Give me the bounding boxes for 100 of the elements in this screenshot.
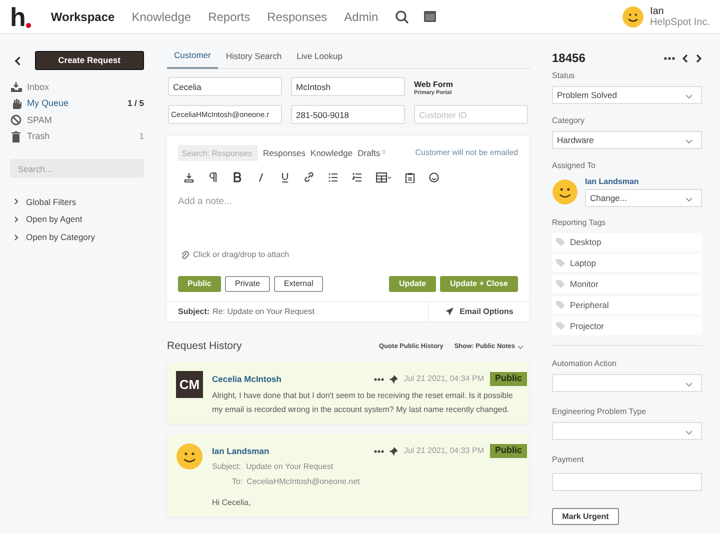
back-chevron-icon[interactable] (14, 56, 22, 66)
tag-option[interactable]: Desktop (552, 233, 702, 251)
editor-link[interactable]: Responses (263, 146, 306, 160)
sidebar-item[interactable]: Trash 1 (10, 130, 144, 143)
underline-icon[interactable] (280, 172, 291, 182)
sidebar-item[interactable]: My Queue 1 / 5 (10, 98, 144, 110)
nav-link[interactable]: Responses (267, 8, 328, 26)
emoji-icon[interactable] (429, 172, 440, 182)
numbered-list-icon[interactable] (352, 172, 363, 182)
tag-icon (556, 322, 565, 330)
author-name[interactable]: Ian Landsman (212, 444, 270, 458)
sidebar-item[interactable]: Inbox (10, 81, 144, 94)
timestamp: Jul 21 2021, 04:33 PM (404, 445, 484, 457)
visibility-badge: Public (490, 444, 527, 458)
tag-option[interactable]: Peripheral (552, 296, 702, 314)
organization-name: HelpSpot Inc. (650, 16, 710, 28)
hand-icon (10, 98, 22, 110)
visibility-badge: Public (490, 372, 527, 386)
tag-option[interactable]: Laptop (552, 254, 702, 272)
field-label: Status (552, 70, 576, 82)
tag-option[interactable]: Projector (552, 317, 702, 335)
ban-icon (10, 114, 22, 126)
clipboard-icon[interactable] (405, 172, 416, 182)
logo-text: h (10, 4, 26, 30)
link-icon[interactable] (304, 172, 315, 182)
chevron-down-icon (684, 136, 693, 144)
visibility-button[interactable]: Private (225, 276, 270, 292)
source-label: Web Form (414, 80, 454, 89)
chevron-right-icon (14, 198, 19, 206)
user-name: Ian (650, 6, 665, 16)
bold-icon[interactable] (232, 172, 243, 182)
nav-link[interactable]: Reports (208, 8, 250, 26)
chevron-right-icon (14, 234, 19, 241)
search-field[interactable]: Search... (10, 159, 144, 178)
customer-tab[interactable]: Customer (167, 43, 218, 69)
more-dots-icon[interactable] (374, 378, 384, 380)
nav-link[interactable]: Admin (344, 8, 378, 26)
response-search-field[interactable]: Search: Responses (178, 145, 258, 161)
field-label: Category (552, 115, 586, 127)
field-label: Automation Action (552, 358, 618, 370)
previous-chevron-icon[interactable] (682, 54, 688, 62)
email-options-button[interactable]: Email Options (429, 302, 529, 321)
editor-link[interactable]: Knowledge (310, 146, 353, 160)
filter-link[interactable]: Open by Category (26, 231, 95, 244)
category-select[interactable]: Hardware (552, 131, 702, 149)
chevron-down-icon (684, 194, 693, 202)
assignee-avatar-icon (552, 178, 578, 204)
editor-link[interactable]: Drafts (358, 146, 380, 160)
filter-link[interactable]: Open by Agent (26, 213, 82, 226)
bullet-list-icon[interactable] (328, 172, 339, 182)
chevron-right-icon (14, 216, 19, 224)
send-icon (444, 307, 454, 316)
more-dots-icon[interactable] (374, 450, 384, 452)
customer-tab[interactable]: History Search (218, 43, 289, 69)
assignee-select[interactable]: Change... (585, 189, 702, 207)
tag-icon (556, 280, 565, 288)
field-label: Payment (552, 454, 585, 466)
author-name[interactable]: Cecelia McIntosh (212, 372, 282, 386)
payment-field[interactable] (552, 473, 702, 491)
assignee-name[interactable]: Ian Landsman (585, 176, 702, 188)
filter-link[interactable]: Global Filters (26, 196, 76, 208)
message-text: Alright, I have done that but I don't seem to be receiving the reset email. Is it possible my email is recorded wrong in the account system? My last name recently changed. (212, 390, 514, 416)
download-tray-icon[interactable] (184, 172, 195, 182)
field-label: Engineering Problem Type (552, 406, 648, 418)
email-notice: Customer will not be emailed (415, 147, 518, 159)
window-icon[interactable] (424, 11, 436, 22)
nav-link[interactable]: Workspace (50, 8, 115, 26)
search-icon[interactable] (395, 10, 410, 24)
note-field[interactable]: Add a note... (178, 195, 518, 245)
user-avatar-icon (622, 6, 644, 28)
more-dots-icon[interactable] (664, 56, 675, 60)
field-label: Reporting Tags (552, 217, 607, 229)
chevron-down-icon (684, 380, 693, 386)
mark-urgent-button[interactable]: Mark Urgent (552, 508, 619, 525)
table-icon[interactable] (376, 172, 392, 182)
attach-hint: Click or drag/drop to attach (193, 249, 290, 261)
subject-line: Subject: Re: Update on Your Request (167, 302, 429, 321)
customer-id-field[interactable]: Customer ID (414, 105, 528, 124)
logo-dot-icon (26, 22, 31, 28)
sidebar-item[interactable]: SPAM (10, 114, 144, 126)
request-id: 18456 (552, 50, 586, 67)
chevron-down-icon (684, 428, 693, 434)
last-name-field[interactable]: McIntosh (291, 77, 405, 96)
chevron-down-icon (517, 344, 524, 350)
tag-icon (556, 259, 565, 267)
phone-field[interactable]: 281-500-9018 (291, 105, 405, 124)
create-request-button[interactable]: Create Request (34, 51, 144, 70)
section-title: Request History (167, 339, 242, 354)
customer-tab[interactable]: Live Lookup (290, 43, 350, 69)
visibility-button[interactable]: External (274, 276, 324, 292)
tag-option[interactable]: Monitor (552, 275, 702, 293)
email-recipient: To: CeceliaHMcIntosh@oneone.net (231, 476, 361, 488)
first-name-field[interactable]: Cecelia (168, 77, 282, 96)
paperclip-icon (181, 250, 189, 260)
email-subject: Subject: Update on Your Request (212, 461, 334, 473)
nav-link[interactable]: Knowledge (132, 8, 192, 26)
field-label: Assigned To (552, 160, 596, 172)
next-chevron-icon[interactable] (696, 54, 702, 62)
paragraph-icon[interactable] (208, 172, 219, 182)
status-select[interactable]: Problem Solved (552, 86, 702, 104)
